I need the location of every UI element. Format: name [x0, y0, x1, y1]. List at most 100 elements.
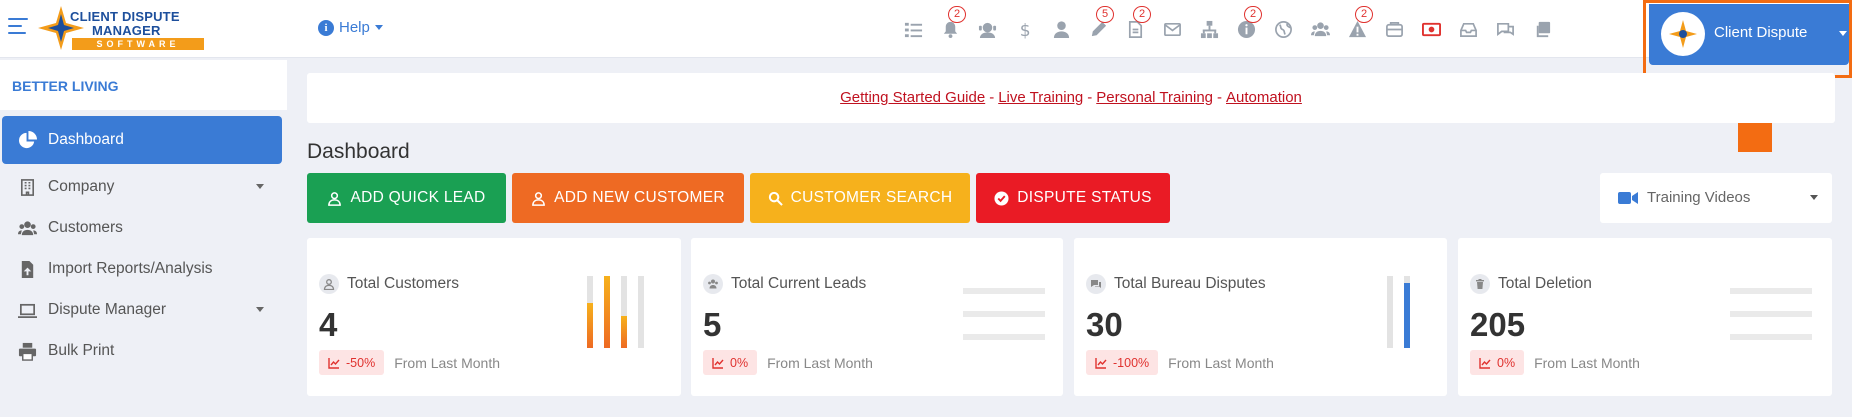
card-footer: -100% From Last Month: [1086, 350, 1274, 375]
chart-line-icon: [1479, 357, 1491, 369]
video-camera-icon: [1618, 192, 1638, 204]
add-new-customer-button[interactable]: ADD NEW CUSTOMER: [512, 173, 744, 223]
link-separator: -: [1087, 89, 1093, 106]
mini-line-placeholder: [1730, 288, 1812, 357]
card-footnote: From Last Month: [1168, 354, 1274, 371]
org-box: BETTER LIVING: [0, 60, 287, 110]
user-tie-icon[interactable]: [1048, 14, 1074, 44]
mini-bar: [1404, 276, 1410, 348]
dollar-icon[interactable]: $: [1011, 14, 1037, 44]
help-menu[interactable]: i Help: [318, 19, 383, 36]
button-label: CUSTOMER SEARCH: [790, 189, 953, 206]
link-personal-training[interactable]: Personal Training: [1096, 89, 1213, 106]
dispute-status-button[interactable]: DISPUTE STATUS: [976, 173, 1170, 223]
link-separator: -: [989, 89, 995, 106]
warning-badge: 2: [1355, 6, 1373, 23]
inbox-icon[interactable]: [1455, 14, 1481, 44]
card-header: Total Customers: [319, 274, 459, 294]
document-icon[interactable]: 2: [1122, 6, 1151, 44]
copy-icon[interactable]: [1529, 14, 1555, 44]
card-footnote: From Last Month: [1534, 354, 1640, 371]
user-icon: [532, 191, 546, 206]
card-header: Total Bureau Disputes: [1086, 274, 1266, 294]
mini-bar: [587, 276, 593, 348]
printer-icon: [16, 340, 38, 362]
info-circle-icon[interactable]: 2: [1233, 6, 1262, 44]
bell-icon[interactable]: 2: [937, 6, 966, 44]
training-videos-select[interactable]: Training Videos: [1600, 173, 1832, 223]
card-value: 4: [319, 306, 338, 343]
card-value: 5: [703, 306, 722, 343]
support-agent-icon[interactable]: [974, 14, 1000, 44]
stat-card-total-bureau-disputes: Total Bureau Disputes 30 -100% From Last…: [1074, 238, 1447, 396]
sidebar-item-dashboard[interactable]: Dashboard: [2, 116, 282, 164]
change-value: -100%: [1113, 355, 1150, 370]
link-separator: -: [1217, 89, 1222, 106]
mini-bar-chart: [1387, 276, 1410, 348]
button-label: ADD NEW CUSTOMER: [554, 189, 725, 206]
link-getting-started[interactable]: Getting Started Guide: [840, 89, 985, 106]
card-header: Total Deletion: [1470, 274, 1592, 294]
card-title: Total Customers: [347, 275, 459, 292]
chat-icon[interactable]: [1492, 14, 1518, 44]
video-record-icon[interactable]: [1418, 14, 1444, 44]
users-icon: [703, 274, 723, 294]
document-badge: 2: [1133, 6, 1151, 23]
mini-bar: [604, 276, 610, 348]
card-footer: 0% From Last Month: [1470, 350, 1640, 375]
link-live-training[interactable]: Live Training: [998, 89, 1083, 106]
avatar: [1661, 12, 1705, 56]
chart-pie-icon: [16, 129, 38, 151]
comments-icon: [1086, 274, 1106, 294]
change-value: 0%: [1497, 355, 1516, 370]
card-footer: -50% From Last Month: [319, 350, 500, 375]
card-title: Total Current Leads: [731, 275, 867, 292]
tasks-icon[interactable]: [900, 14, 926, 44]
quick-links-bar: Getting Started Guide - Live Training - Pers…: [307, 73, 1835, 123]
laptop-icon: [16, 299, 38, 321]
button-label: DISPUTE STATUS: [1017, 189, 1152, 206]
pen-icon[interactable]: 5: [1085, 6, 1114, 44]
user-icon: [328, 191, 342, 206]
users-icon[interactable]: [1307, 14, 1333, 44]
sidebar-item-bulk-print[interactable]: Bulk Print: [2, 327, 282, 375]
bell-badge: 2: [948, 6, 966, 23]
mini-bar-chart: [587, 276, 644, 348]
chevron-down-icon: [1839, 31, 1847, 36]
profile-menu-button[interactable]: Client Dispute: [1649, 4, 1849, 65]
globe-icon[interactable]: [1270, 14, 1296, 44]
chevron-down-icon: [256, 184, 264, 189]
svg-text:$: $: [1019, 21, 1030, 39]
logo-text-line2: MANAGER: [92, 23, 161, 38]
mini-bar: [638, 276, 644, 348]
sidebar-item-label: Bulk Print: [48, 342, 115, 359]
building-icon: [16, 176, 38, 198]
sidebar-item-label: Company: [48, 178, 115, 195]
card-value: 30: [1086, 306, 1123, 343]
card-value: 205: [1470, 306, 1526, 343]
link-automation[interactable]: Automation: [1226, 89, 1302, 106]
warning-icon[interactable]: 2: [1344, 6, 1373, 44]
mail-bulk-icon[interactable]: [1381, 14, 1407, 44]
profile-name: Client Dispute: [1714, 24, 1808, 41]
org-name: BETTER LIVING: [12, 78, 119, 94]
add-quick-lead-button[interactable]: ADD QUICK LEAD: [307, 173, 506, 223]
card-title: Total Deletion: [1498, 275, 1592, 292]
change-value: 0%: [730, 355, 749, 370]
menu-toggle-icon[interactable]: [8, 18, 28, 34]
customer-search-button[interactable]: CUSTOMER SEARCH: [750, 173, 970, 223]
card-title: Total Bureau Disputes: [1114, 275, 1266, 292]
user-icon: [319, 274, 339, 294]
change-badge: 0%: [1470, 350, 1525, 375]
change-value: -50%: [346, 355, 376, 370]
chart-line-icon: [328, 357, 340, 369]
sidebar-item-label: Dispute Manager: [48, 301, 167, 318]
chart-line-icon: [1095, 357, 1107, 369]
stat-card-total-customers: Total Customers 4 -50% From Last Month: [307, 238, 681, 396]
sidebar-item-label: Dashboard: [48, 131, 124, 148]
envelope-icon[interactable]: [1159, 14, 1185, 44]
app-logo[interactable]: CLIENT DISPUTE MANAGER SOFTWARE: [38, 6, 210, 50]
sidebar-item-label: Customers: [48, 219, 123, 236]
change-badge: 0%: [703, 350, 758, 375]
sitemap-icon[interactable]: [1196, 14, 1222, 44]
